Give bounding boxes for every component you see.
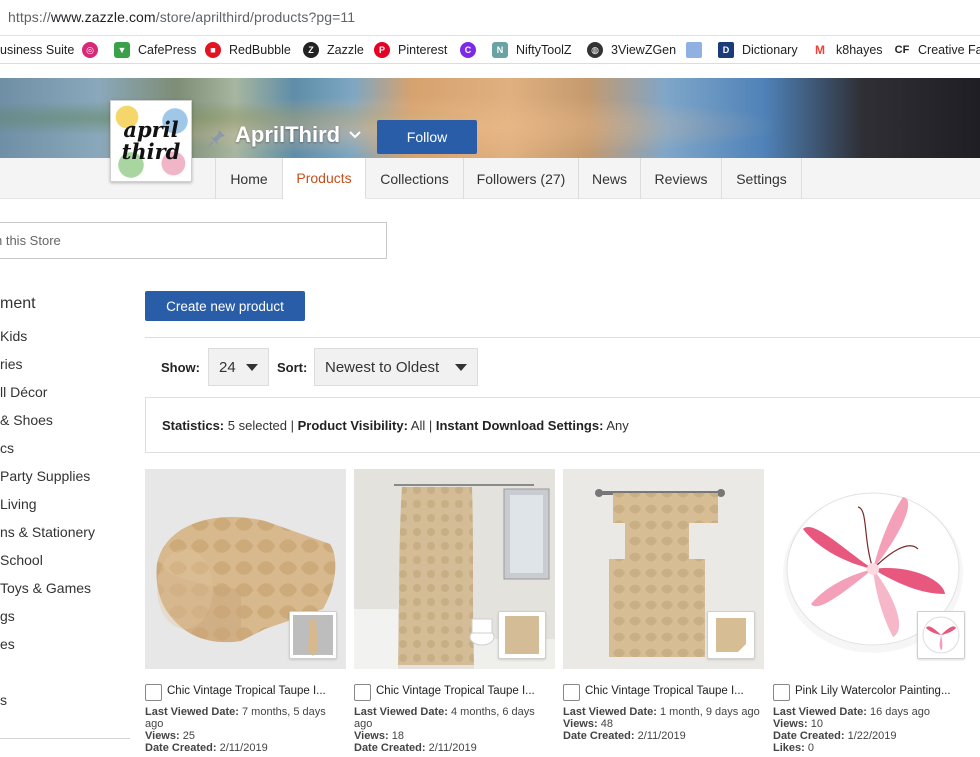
sort-value: Newest to Oldest [325,358,440,376]
bookmark-label: usiness Suite [0,43,75,57]
sidebar-item[interactable]: Toys & Games [0,580,91,596]
gmail-icon: M [812,42,828,58]
creative-fabrica-icon: CF [894,42,910,58]
divider [145,337,980,338]
sidebar-item[interactable]: School [0,552,43,568]
product-select-checkbox[interactable] [773,684,790,701]
canva-icon: C [460,42,476,58]
sidebar-divider [0,738,130,739]
chevron-down-icon[interactable] [349,130,361,140]
show-count-value: 24 [219,358,236,376]
product-thumbnail[interactable] [289,611,337,659]
tab-reviews[interactable]: Reviews [641,158,722,199]
create-new-product-button[interactable]: Create new product [145,291,305,321]
dictionary-icon: D [718,42,734,58]
bookmark-zazzle[interactable]: Z Zazzle [303,41,364,59]
tab-news[interactable]: News [579,158,641,199]
product-meta: Last Viewed Date: 7 months, 5 days ago V… [145,706,326,754]
product-meta: Last Viewed Date: 4 months, 6 days ago V… [354,706,535,754]
sidebar-item[interactable]: ll Décor [0,384,47,400]
product-select-checkbox[interactable] [563,684,580,701]
product-meta: Last Viewed Date: 1 month, 9 days ago Vi… [563,706,760,742]
show-count-select[interactable]: 24 [208,348,269,386]
dropdown-arrow-icon [246,364,258,371]
bookmark-generic[interactable] [686,41,710,59]
logo-text-line1: april [123,117,179,142]
product-image[interactable] [563,469,764,669]
product-thumbnail[interactable] [707,611,755,659]
dropdown-arrow-icon [455,364,467,371]
logo-text-line2: third [121,139,181,164]
bookmarks-bar: usiness Suite ◎ ▼ CafePress ■ RedBubble ZZ… [0,36,980,64]
3viewzgen-icon: ◍ [587,42,603,58]
pinterest-icon: P [374,42,390,58]
product-thumbnail[interactable] [917,611,965,659]
tab-collections[interactable]: Collections [366,158,464,199]
bookmark-business-suite[interactable]: usiness Suite [0,41,74,59]
product-image[interactable] [145,469,346,669]
sidebar-item[interactable]: Kids [0,328,27,344]
product-select-checkbox[interactable] [145,684,162,701]
sidebar-title: ment [0,295,36,312]
pin-icon[interactable] [207,128,227,148]
sidebar-item[interactable]: ries [0,356,23,372]
sort-label: Sort: [277,360,308,375]
bookmark-pinterest[interactable]: P Pinterest [374,41,447,59]
sidebar-item[interactable]: Party Supplies [0,468,90,484]
sidebar-item[interactable]: gs [0,608,15,624]
sidebar-item[interactable]: s [0,692,7,708]
bookmark-instagram[interactable]: ◎ [82,41,106,59]
bookmark-3viewzgen[interactable]: ◍ 3ViewZGen [587,41,676,59]
bookmark-gmail[interactable]: Mk8hayes [812,41,883,59]
product-image[interactable] [773,469,974,669]
bookmark-niftytoolz[interactable]: N NiftyToolZ [492,41,572,59]
sidebar-item[interactable]: es [0,636,15,652]
product-meta: Last Viewed Date: 16 days ago Views: 10 … [773,706,930,754]
niftytoolz-icon: N [492,42,508,58]
product-title[interactable]: Pink Lily Watercolor Painting... [795,685,975,697]
tab-settings[interactable]: Settings [722,158,802,199]
bookmark-redbubble[interactable]: ■ RedBubble [205,41,291,59]
redbubble-icon: ■ [205,42,221,58]
statistics-bar: Statistics: 5 selected | Product Visibil… [145,397,980,453]
product-image[interactable] [354,469,555,669]
bookmark-cafepress[interactable]: ▼ CafePress [114,41,196,59]
statistics-summary[interactable]: Statistics: 5 selected | Product Visibil… [162,418,629,433]
follow-button[interactable]: Follow [377,120,477,154]
bookmark-creative-fabrica[interactable]: CFCreative Fab [894,41,980,59]
instagram-icon: ◎ [82,42,98,58]
product-title[interactable]: Chic Vintage Tropical Taupe I... [585,685,765,697]
url-text[interactable]: https://www.zazzle.com/store/aprilthird/… [8,9,355,25]
sidebar-item[interactable]: & Shoes [0,412,53,428]
store-name[interactable]: AprilThird [235,122,340,148]
tab-home[interactable]: Home [215,158,283,199]
bookmark-icon [686,42,702,58]
tab-followers[interactable]: Followers (27) [464,158,579,199]
store-logo[interactable]: april third [110,100,192,182]
sort-select[interactable]: Newest to Oldest [314,348,478,386]
product-title[interactable]: Chic Vintage Tropical Taupe I... [376,685,556,697]
address-bar[interactable]: https://www.zazzle.com/store/aprilthird/… [0,0,980,36]
sidebar-item[interactable]: Living [0,496,37,512]
product-select-checkbox[interactable] [354,684,371,701]
product-thumbnail[interactable] [498,611,546,659]
cafepress-icon: ▼ [114,42,130,58]
bookmark-dictionary[interactable]: D Dictionary [718,41,798,59]
zazzle-icon: Z [303,42,319,58]
show-label: Show: [161,360,200,375]
product-title[interactable]: Chic Vintage Tropical Taupe I... [167,685,347,697]
sidebar-item[interactable]: ns & Stationery [0,524,95,540]
sidebar-item[interactable]: cs [0,440,14,456]
tab-products[interactable]: Products [283,158,366,199]
bookmark-canva[interactable]: C [460,41,484,59]
store-search-input[interactable] [0,222,387,259]
